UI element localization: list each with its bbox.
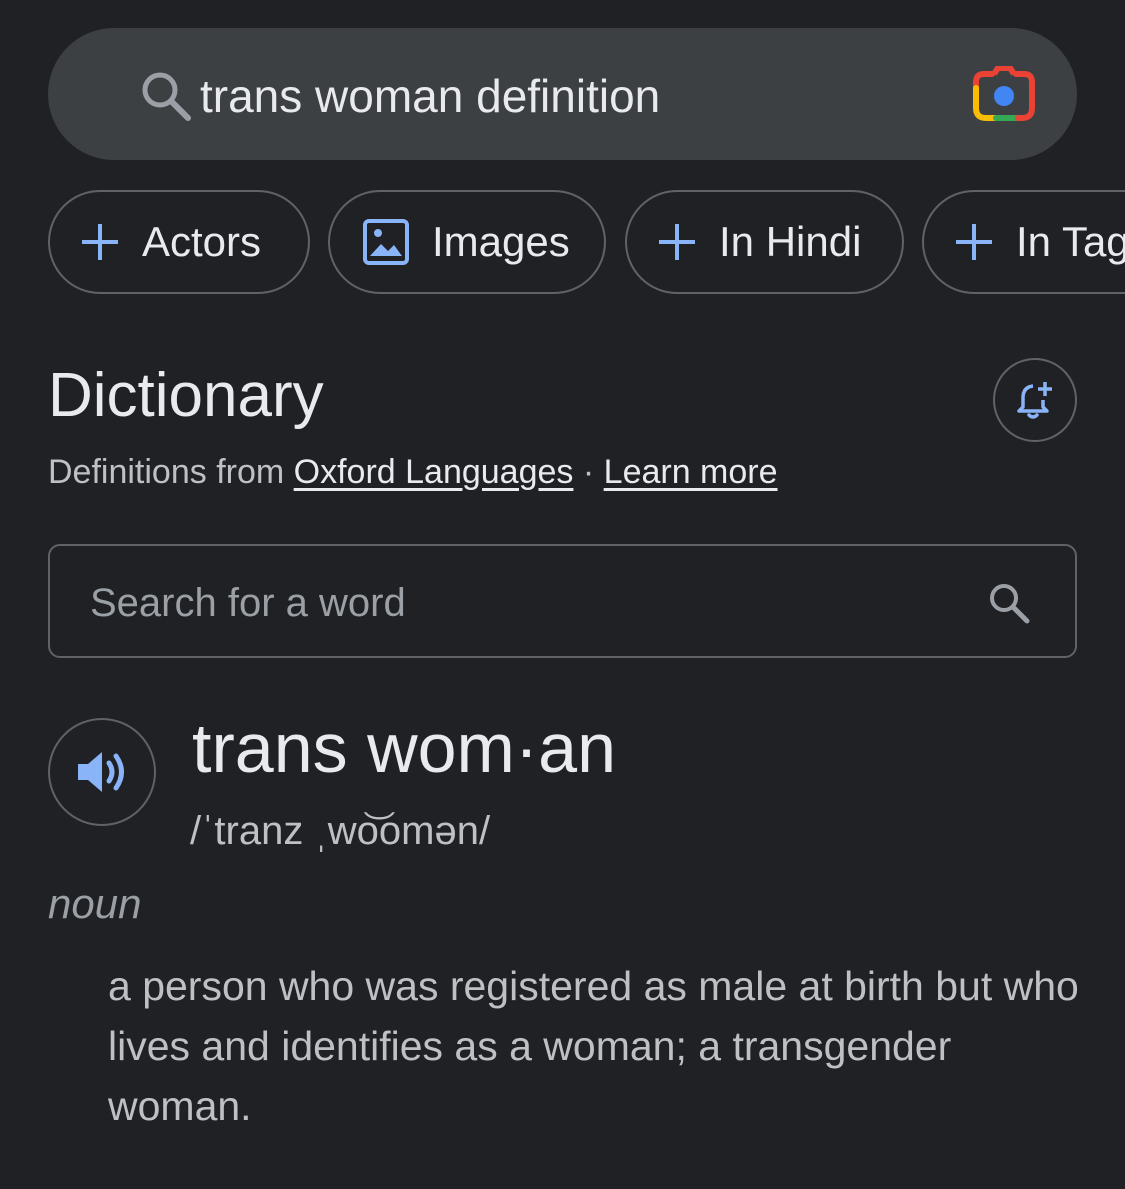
google-search-results-page: trans woman definition Actors Images In … (0, 0, 1125, 1189)
part-of-speech: noun (48, 880, 142, 927)
dictionary-title: Dictionary (48, 361, 324, 430)
speaker-icon (78, 752, 124, 792)
alert-bell-button[interactable] (993, 358, 1077, 442)
plus-icon (82, 224, 118, 260)
chip-label: In Hindi (719, 218, 862, 265)
learn-more-link[interactable]: Learn more (604, 453, 778, 491)
google-lens-icon[interactable] (972, 66, 1036, 124)
word-search-box[interactable] (48, 544, 1077, 658)
plus-icon (659, 224, 695, 260)
headword: trans wom·an (192, 709, 617, 787)
definition-text: a person who was registered as male at b… (108, 963, 1079, 1129)
bell-plus-icon (1017, 382, 1052, 419)
oxford-languages-link[interactable]: Oxford Languages (294, 453, 574, 491)
word-search-input[interactable] (88, 574, 952, 632)
search-icon[interactable] (136, 66, 196, 126)
search-icon[interactable] (986, 580, 1032, 626)
chip-in-tag[interactable]: In Tag (922, 190, 1125, 294)
chip-label: Images (432, 218, 570, 265)
separator: · (582, 453, 595, 491)
search-bar[interactable]: trans woman definition (48, 28, 1077, 160)
chip-actors[interactable]: Actors (48, 190, 310, 294)
plus-icon (956, 224, 992, 260)
chip-label: Actors (142, 218, 262, 265)
chip-images[interactable]: Images (328, 190, 606, 294)
dictionary-source: Definitions from Oxford Languages · Lear… (48, 450, 778, 494)
chip-in-hindi[interactable]: In Hindi (625, 190, 904, 294)
chip-label: In Tag (1016, 218, 1125, 265)
source-prefix: Definitions from (48, 453, 285, 491)
pronunciation-button[interactable] (48, 718, 156, 826)
phonetic-transcription: /ˈtranz ˌwo͝omən/ (190, 809, 491, 853)
image-icon (363, 219, 409, 265)
search-query-text[interactable]: trans woman definition (200, 66, 660, 126)
refinement-chips: Actors Images In Hindi In Tag (48, 190, 1125, 298)
